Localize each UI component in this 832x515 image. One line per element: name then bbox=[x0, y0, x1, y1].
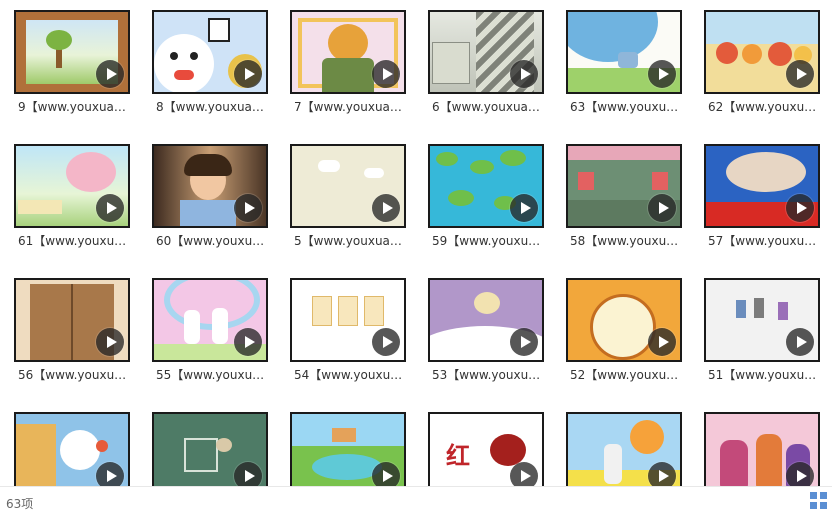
video-item[interactable]: 52【www.youxu… bbox=[566, 278, 682, 388]
play-icon[interactable] bbox=[648, 328, 676, 356]
video-item[interactable]: 55【www.youxu… bbox=[152, 278, 268, 388]
video-thumbnail[interactable] bbox=[152, 10, 268, 94]
video-thumbnail[interactable] bbox=[14, 144, 130, 228]
video-item[interactable] bbox=[152, 412, 268, 486]
play-icon[interactable] bbox=[372, 462, 400, 486]
video-thumbnail[interactable] bbox=[152, 278, 268, 362]
play-icon[interactable] bbox=[510, 60, 538, 88]
video-item[interactable]: 51【www.youxu… bbox=[704, 278, 820, 388]
play-icon[interactable] bbox=[510, 462, 538, 486]
video-thumbnail[interactable] bbox=[704, 10, 820, 94]
play-icon[interactable] bbox=[234, 194, 262, 222]
video-thumbnail[interactable] bbox=[428, 144, 544, 228]
video-title[interactable]: 62【www.youxu… bbox=[708, 98, 820, 115]
video-item[interactable]: 60【www.youxu… bbox=[152, 144, 268, 254]
video-title[interactable]: 59【www.youxu… bbox=[432, 232, 544, 249]
video-item[interactable] bbox=[290, 412, 406, 486]
video-title[interactable]: 5【www.youxuan… bbox=[294, 232, 406, 249]
video-item[interactable]: 红 bbox=[428, 412, 544, 486]
video-item[interactable]: 62【www.youxu… bbox=[704, 10, 820, 120]
video-item[interactable]: 6【www.youxuan… bbox=[428, 10, 544, 120]
play-icon[interactable] bbox=[648, 60, 676, 88]
video-title[interactable]: 57【www.youxu… bbox=[708, 232, 820, 249]
play-icon[interactable] bbox=[372, 328, 400, 356]
play-icon[interactable] bbox=[786, 462, 814, 486]
video-thumbnail[interactable] bbox=[290, 10, 406, 94]
play-icon[interactable] bbox=[786, 194, 814, 222]
video-thumbnail[interactable] bbox=[704, 278, 820, 362]
video-thumbnail[interactable] bbox=[566, 278, 682, 362]
video-title[interactable]: 52【www.youxu… bbox=[570, 366, 682, 383]
video-thumbnail[interactable] bbox=[704, 412, 820, 486]
play-icon[interactable] bbox=[96, 328, 124, 356]
video-thumbnail[interactable] bbox=[14, 10, 130, 94]
video-grid: 9【www.youxuan… 8【www.youxuan… 7【www.youxua… bbox=[0, 0, 832, 486]
video-thumbnail[interactable] bbox=[566, 144, 682, 228]
video-title[interactable]: 8【www.youxuan… bbox=[156, 98, 268, 115]
item-count: 63项 bbox=[6, 497, 34, 511]
video-title[interactable]: 55【www.youxu… bbox=[156, 366, 268, 383]
video-thumbnail[interactable] bbox=[566, 10, 682, 94]
video-title[interactable]: 56【www.youxu… bbox=[18, 366, 130, 383]
play-icon[interactable] bbox=[372, 60, 400, 88]
play-icon[interactable] bbox=[234, 462, 262, 486]
video-item[interactable]: 58【www.youxu… bbox=[566, 144, 682, 254]
video-item[interactable] bbox=[704, 412, 820, 486]
video-item[interactable]: 7【www.youxuan… bbox=[290, 10, 406, 120]
play-icon[interactable] bbox=[510, 194, 538, 222]
video-thumbnail[interactable] bbox=[14, 278, 130, 362]
video-thumbnail[interactable] bbox=[428, 10, 544, 94]
video-item[interactable]: 57【www.youxu… bbox=[704, 144, 820, 254]
video-title[interactable]: 6【www.youxuan… bbox=[432, 98, 544, 115]
video-thumbnail[interactable] bbox=[290, 278, 406, 362]
video-title[interactable]: 7【www.youxuan… bbox=[294, 98, 406, 115]
video-item[interactable] bbox=[566, 412, 682, 486]
play-icon[interactable] bbox=[648, 194, 676, 222]
play-icon[interactable] bbox=[234, 60, 262, 88]
video-thumbnail[interactable] bbox=[290, 144, 406, 228]
play-icon[interactable] bbox=[510, 328, 538, 356]
video-thumbnail[interactable] bbox=[428, 278, 544, 362]
video-item[interactable]: 56【www.youxu… bbox=[14, 278, 130, 388]
video-thumbnail[interactable]: 红 bbox=[428, 412, 544, 486]
play-icon[interactable] bbox=[96, 194, 124, 222]
video-item[interactable]: 63【www.youxu… bbox=[566, 10, 682, 120]
video-title[interactable]: 58【www.youxu… bbox=[570, 232, 682, 249]
video-thumbnail[interactable] bbox=[704, 144, 820, 228]
play-icon[interactable] bbox=[234, 328, 262, 356]
video-title[interactable]: 9【www.youxuan… bbox=[18, 98, 130, 115]
video-title[interactable]: 60【www.youxu… bbox=[156, 232, 268, 249]
video-item[interactable]: 5【www.youxuan… bbox=[290, 144, 406, 254]
view-mode-grid-icon[interactable] bbox=[810, 492, 828, 510]
video-thumbnail[interactable] bbox=[14, 412, 130, 486]
video-thumbnail[interactable] bbox=[566, 412, 682, 486]
video-item[interactable]: 53【www.youxu… bbox=[428, 278, 544, 388]
video-item[interactable]: 54【www.youxu… bbox=[290, 278, 406, 388]
video-item[interactable] bbox=[14, 412, 130, 486]
play-icon[interactable] bbox=[96, 60, 124, 88]
play-icon[interactable] bbox=[786, 328, 814, 356]
video-thumbnail[interactable] bbox=[290, 412, 406, 486]
video-thumbnail[interactable] bbox=[152, 144, 268, 228]
play-icon[interactable] bbox=[648, 462, 676, 486]
status-bar: 63项 bbox=[0, 486, 832, 515]
video-thumbnail[interactable] bbox=[152, 412, 268, 486]
play-icon[interactable] bbox=[96, 462, 124, 486]
video-item[interactable]: 61【www.youxu… bbox=[14, 144, 130, 254]
video-title[interactable]: 63【www.youxu… bbox=[570, 98, 682, 115]
video-item[interactable]: 8【www.youxuan… bbox=[152, 10, 268, 120]
video-item[interactable]: 59【www.youxu… bbox=[428, 144, 544, 254]
play-icon[interactable] bbox=[786, 60, 814, 88]
video-title[interactable]: 61【www.youxu… bbox=[18, 232, 130, 249]
play-icon[interactable] bbox=[372, 194, 400, 222]
video-item[interactable]: 9【www.youxuan… bbox=[14, 10, 130, 120]
video-title[interactable]: 51【www.youxu… bbox=[708, 366, 820, 383]
video-title[interactable]: 53【www.youxu… bbox=[432, 366, 544, 383]
video-title[interactable]: 54【www.youxu… bbox=[294, 366, 406, 383]
